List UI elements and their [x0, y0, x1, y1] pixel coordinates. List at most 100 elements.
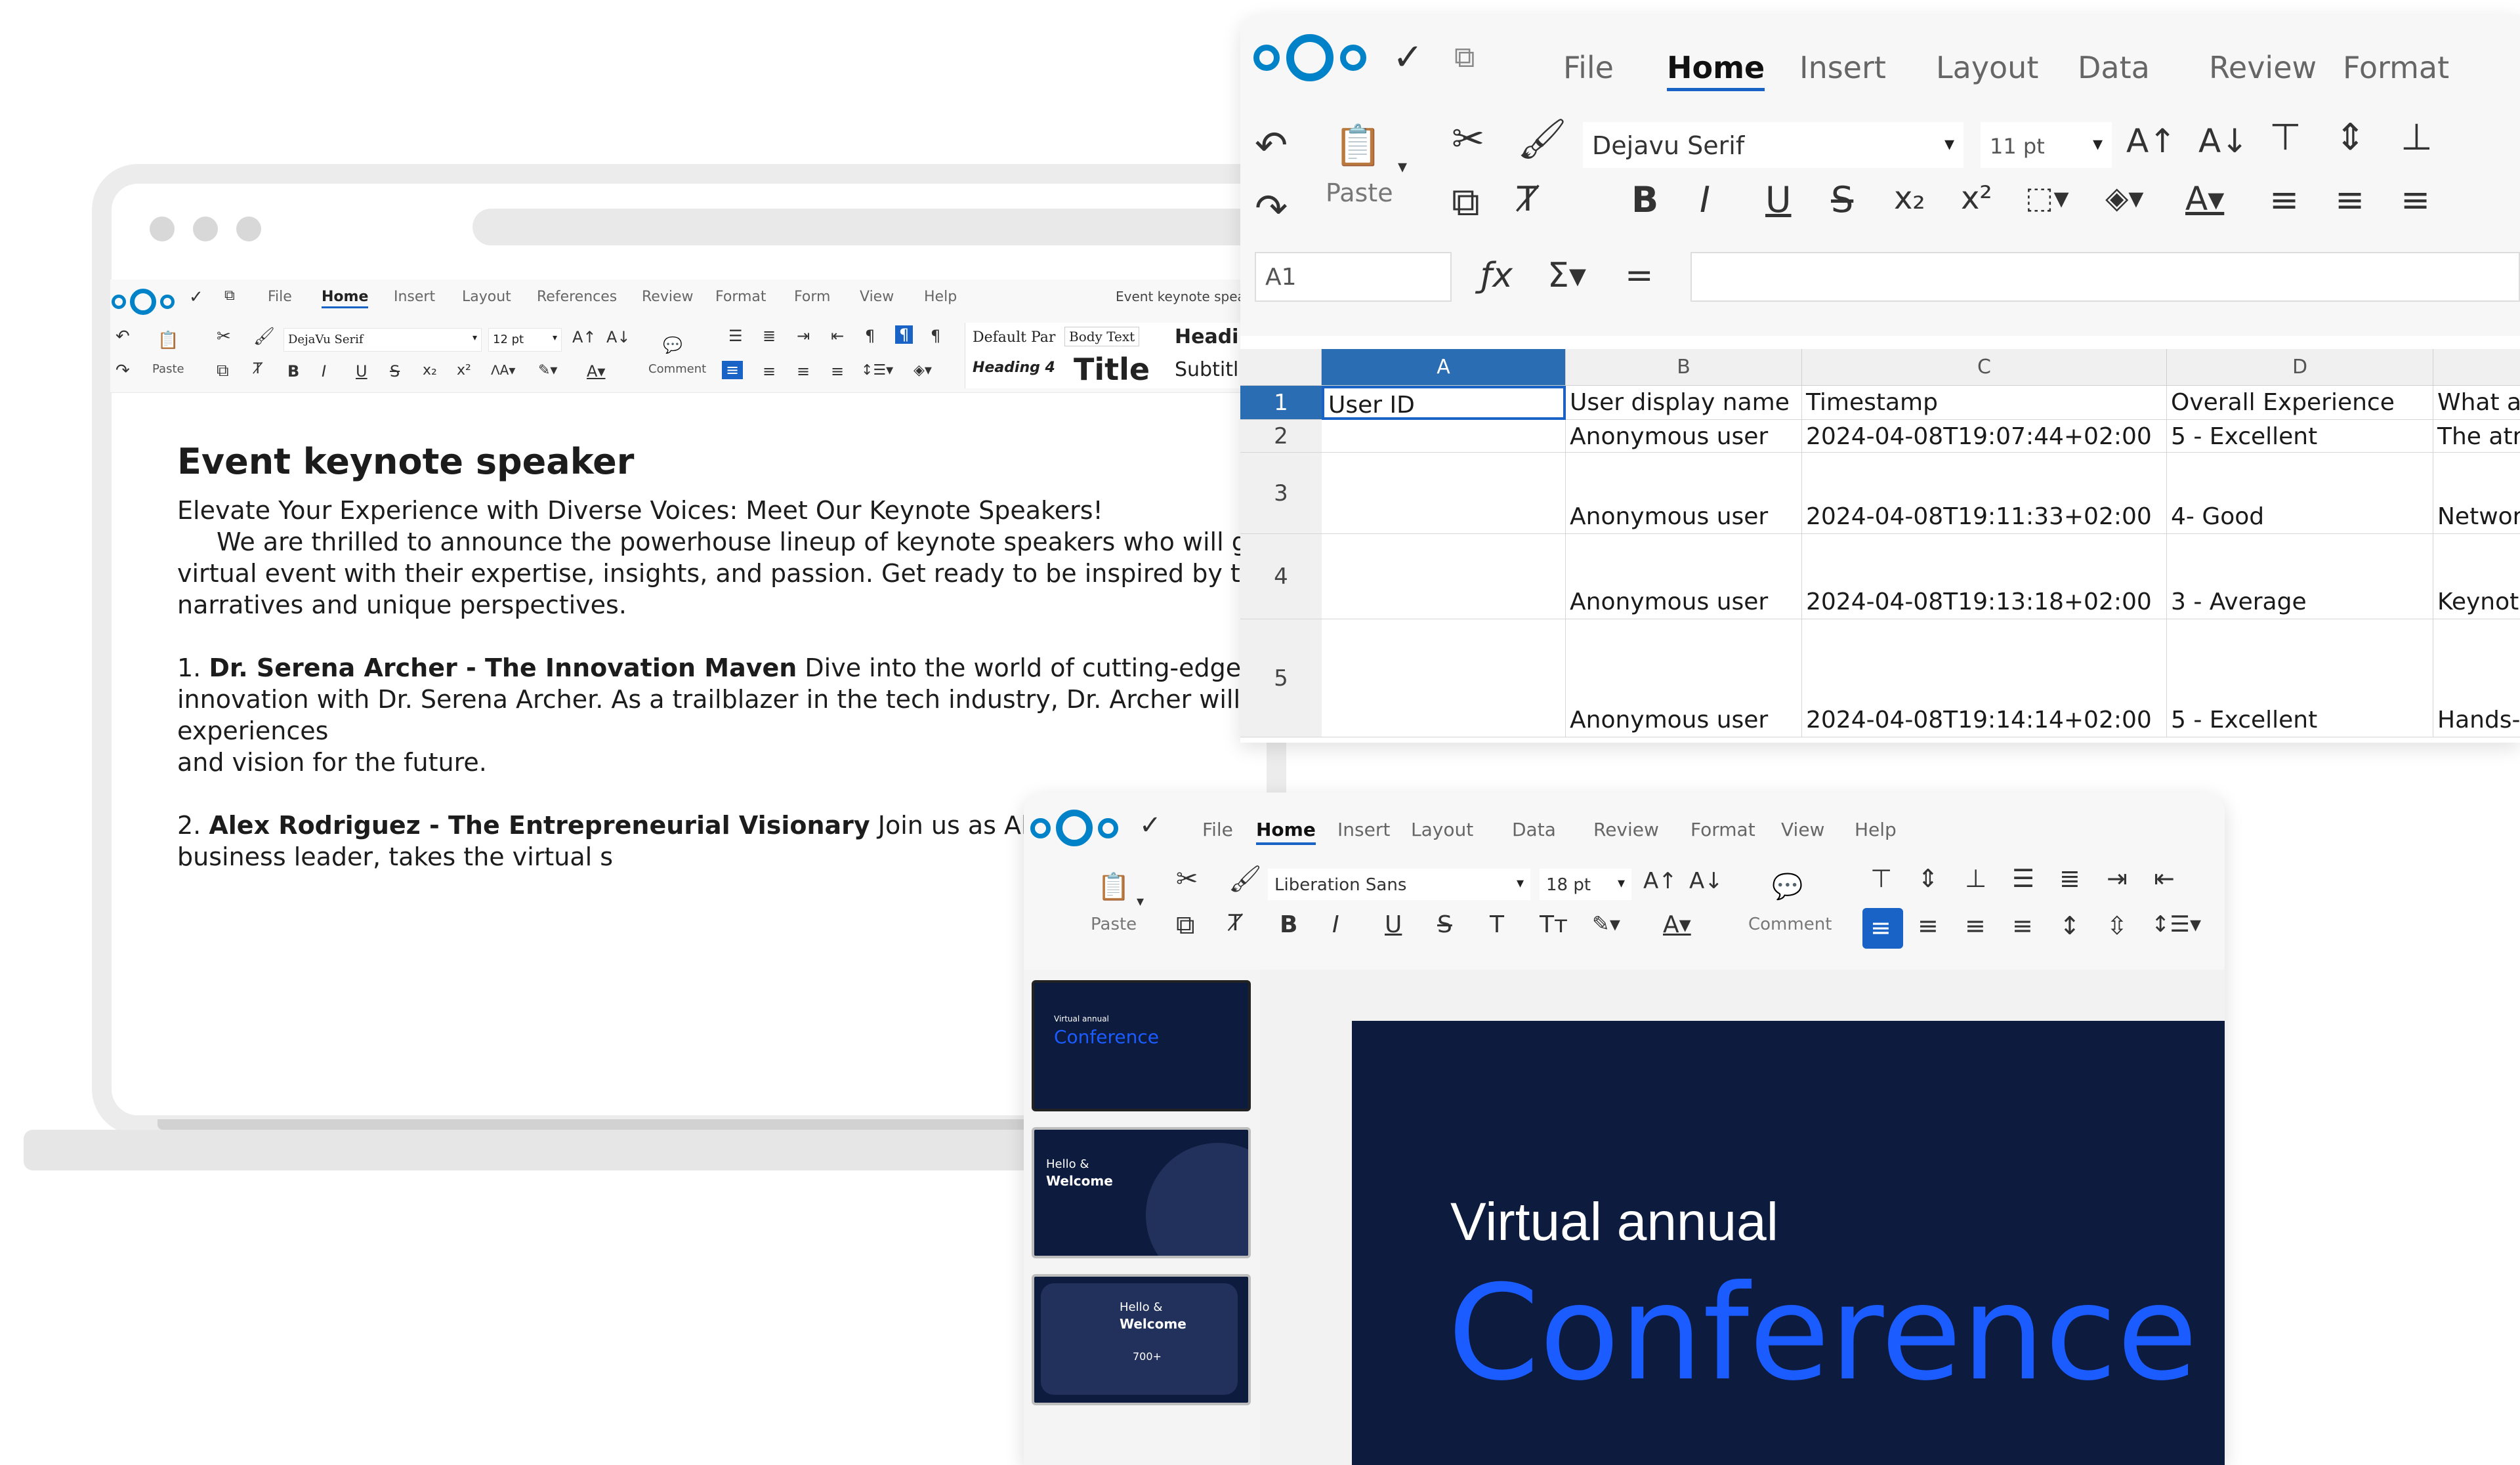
- slide-thumbnail-1[interactable]: Virtual annual Conference: [1032, 980, 1251, 1111]
- nextcloud-logo[interactable]: [112, 289, 177, 315]
- italic-icon[interactable]: I: [322, 363, 326, 379]
- equals-icon[interactable]: =: [1625, 258, 1654, 293]
- align-right-icon[interactable]: ≡: [2401, 182, 2430, 218]
- text-size-icon[interactable]: Tт: [1540, 913, 1568, 937]
- function-wizard-icon[interactable]: ƒx: [1480, 258, 1513, 293]
- current-slide[interactable]: Virtual annual Conference: [1352, 1021, 2225, 1465]
- background-color-icon[interactable]: ◈▾: [914, 363, 932, 378]
- column-header-a[interactable]: A: [1322, 349, 1566, 386]
- calc-menu-insert[interactable]: Insert: [1799, 50, 1886, 85]
- align-top-icon[interactable]: ⊤: [1870, 866, 1892, 891]
- highlight-icon[interactable]: ✎▾: [1592, 913, 1620, 934]
- slide-thumbnail-3[interactable]: Hello & Welcome 700+: [1032, 1274, 1251, 1405]
- impress-menu-format[interactable]: Format: [1690, 819, 1755, 840]
- writer-menu-review[interactable]: Review: [642, 289, 694, 305]
- align-middle-icon[interactable]: ⇕: [2335, 119, 2366, 156]
- impress-menu-help[interactable]: Help: [1855, 819, 1897, 840]
- grow-font-icon[interactable]: A↑: [1643, 870, 1677, 892]
- calc-menu-review[interactable]: Review: [2209, 50, 2317, 85]
- calc-menu-file[interactable]: File: [1563, 50, 1614, 85]
- bold-icon[interactable]: B: [287, 363, 299, 379]
- impress-menu-data[interactable]: Data: [1512, 819, 1556, 840]
- writer-menu-references[interactable]: References: [537, 289, 617, 305]
- calc-menu-home[interactable]: Home: [1667, 50, 1765, 91]
- font-size-select[interactable]: 18 pt ▾: [1540, 869, 1631, 900]
- paste-dropdown-icon[interactable]: ▾: [1398, 157, 1407, 176]
- justify-icon[interactable]: ≡: [831, 363, 844, 379]
- writer-menu-home[interactable]: Home: [322, 289, 369, 308]
- save-check-icon[interactable]: ✓: [189, 289, 203, 306]
- row-header[interactable]: 3: [1240, 453, 1322, 534]
- open-external-icon[interactable]: ⧉: [1454, 43, 1475, 72]
- table-cell[interactable]: [1322, 534, 1566, 619]
- font-name-select[interactable]: DejaVu Serif ▾: [284, 328, 482, 352]
- writer-menu-layout[interactable]: Layout: [462, 289, 511, 305]
- subscript-icon[interactable]: x₂: [1894, 182, 1925, 214]
- grow-font-icon[interactable]: A↑: [2126, 125, 2176, 157]
- comment-icon[interactable]: 💬: [663, 337, 682, 353]
- case-icon[interactable]: ꓥA▾: [491, 363, 515, 377]
- impress-menu-file[interactable]: File: [1202, 819, 1233, 840]
- table-cell[interactable]: What as: [2433, 386, 2520, 420]
- borders-icon[interactable]: ⬚▾: [2025, 182, 2069, 213]
- column-header-d[interactable]: D: [2167, 349, 2433, 386]
- table-cell[interactable]: 5 - Excellent: [2167, 420, 2433, 453]
- writer-menu-file[interactable]: File: [268, 289, 292, 305]
- clear-format-icon[interactable]: Ⱦ: [253, 362, 262, 377]
- bold-icon[interactable]: B: [1631, 182, 1658, 218]
- superscript-icon[interactable]: x²: [1961, 182, 1992, 214]
- paste-icon[interactable]: 📋: [158, 332, 178, 349]
- format-paint-icon[interactable]: 🖌: [1228, 866, 1262, 892]
- table-cell[interactable]: 3 - Average: [2167, 534, 2433, 619]
- table-cell[interactable]: 5 - Excellent: [2167, 619, 2433, 737]
- style-subtitle[interactable]: Subtitl: [1175, 358, 1238, 381]
- impress-menu-home[interactable]: Home: [1256, 819, 1316, 845]
- fill-color-icon[interactable]: ◈▾: [2105, 182, 2143, 213]
- align-middle-icon[interactable]: ⇕: [1918, 866, 1939, 891]
- underline-icon[interactable]: U: [356, 363, 368, 379]
- spacing-decrease-icon[interactable]: ⇳: [2107, 913, 2128, 938]
- font-name-select[interactable]: Liberation Sans ▾: [1268, 869, 1530, 900]
- row-header[interactable]: 4: [1240, 534, 1322, 619]
- cut-icon[interactable]: ✂: [217, 328, 231, 345]
- row-header[interactable]: 2: [1240, 420, 1322, 453]
- style-heading[interactable]: Headi: [1175, 325, 1238, 348]
- paste-icon[interactable]: 📋: [1334, 126, 1383, 165]
- align-bottom-icon[interactable]: ⊥: [2401, 119, 2433, 156]
- clear-format-icon[interactable]: Ⱦ: [1517, 182, 1538, 217]
- table-cell[interactable]: The atm: [2433, 420, 2520, 453]
- table-cell[interactable]: 2024-04-08T19:13:18+02:00: [1802, 534, 2167, 619]
- impress-menu-view[interactable]: View: [1781, 819, 1824, 840]
- save-check-icon[interactable]: ✓: [1393, 39, 1423, 76]
- align-bottom-icon[interactable]: ⊥: [1965, 866, 1986, 891]
- copy-icon[interactable]: ⧉: [217, 362, 229, 379]
- style-heading-4[interactable]: Heading 4: [973, 360, 1055, 376]
- nextcloud-logo[interactable]: [1030, 810, 1122, 846]
- indent-icon[interactable]: ⇥: [2107, 866, 2128, 891]
- window-dot-maximize[interactable]: [236, 217, 261, 241]
- table-cell[interactable]: Anonymous user: [1566, 534, 1802, 619]
- table-cell[interactable]: 4- Good: [2167, 453, 2433, 534]
- table-cell[interactable]: Networl: [2433, 453, 2520, 534]
- strikethrough-icon[interactable]: S: [1831, 182, 1853, 218]
- indent-icon[interactable]: ⇥: [797, 328, 810, 344]
- subscript-icon[interactable]: x₂: [423, 363, 437, 378]
- calc-menu-data[interactable]: Data: [2078, 50, 2150, 85]
- strikethrough-icon[interactable]: S: [390, 363, 400, 379]
- align-left-icon[interactable]: ≡: [2269, 182, 2299, 218]
- highlight-icon[interactable]: ✎▾: [538, 363, 557, 378]
- table-cell[interactable]: Anonymous user: [1566, 619, 1802, 737]
- table-cell[interactable]: Overall Experience: [2167, 386, 2433, 420]
- table-cell[interactable]: 2024-04-08T19:14:14+02:00: [1802, 619, 2167, 737]
- cell-reference-box[interactable]: A1: [1255, 252, 1452, 302]
- outdent-icon[interactable]: ⇤: [2154, 866, 2175, 891]
- writer-menu-format[interactable]: Format: [715, 289, 766, 305]
- cut-icon[interactable]: ✂: [1176, 866, 1198, 892]
- cut-icon[interactable]: ✂: [1452, 119, 1484, 159]
- numbered-list-icon[interactable]: ≣: [2059, 866, 2080, 891]
- row-header[interactable]: 1: [1240, 386, 1322, 420]
- font-color-icon[interactable]: A▾: [1663, 913, 1691, 937]
- table-cell[interactable]: [1322, 453, 1566, 534]
- align-left-icon[interactable]: ≡: [722, 361, 744, 379]
- font-size-select[interactable]: 11 pt ▾: [1981, 122, 2112, 168]
